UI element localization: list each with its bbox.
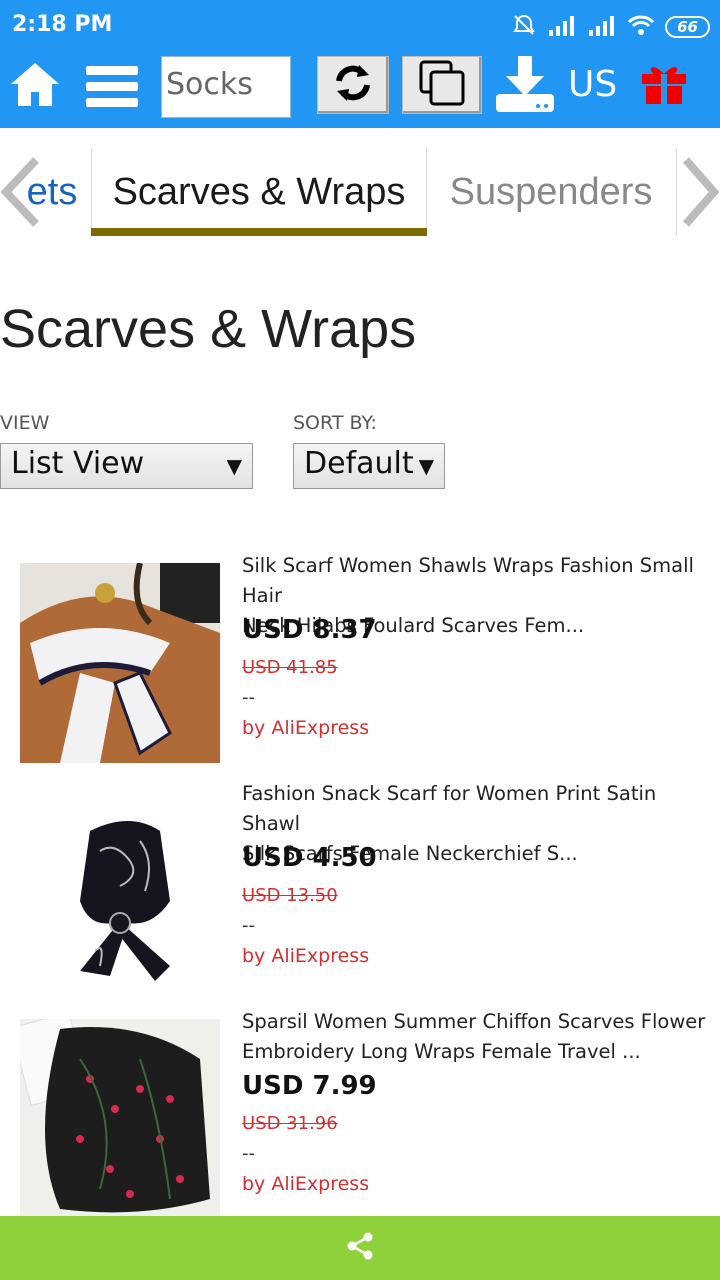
signal-icon-2	[587, 14, 617, 40]
refresh-icon	[331, 61, 375, 109]
product-seller: by AliExpress	[242, 945, 370, 967]
share-bar[interactable]	[0, 1216, 720, 1280]
product-title-line: Sparsil Women Summer Chiffon Scarves Flo…	[242, 1010, 706, 1033]
tab-suspenders[interactable]: Suspenders	[428, 148, 674, 236]
category-tabs: ets Scarves & Wraps Suspenders	[0, 128, 720, 236]
product-title-line: Embroidery Long Wraps Female Travel ...	[242, 1040, 641, 1063]
chevron-right-icon[interactable]	[680, 156, 720, 232]
copy-button[interactable]	[402, 56, 482, 114]
tab-scarves-wraps[interactable]: Scarves & Wraps	[91, 148, 427, 236]
gift-icon[interactable]	[640, 60, 688, 110]
search-input[interactable]: Socks	[161, 56, 291, 118]
menu-icon[interactable]	[86, 64, 138, 112]
tab-prev[interactable]: ets	[14, 148, 90, 236]
dropdown-arrow-icon: ▼	[418, 454, 434, 478]
wifi-icon	[627, 14, 655, 40]
dropdown-arrow-icon: ▼	[226, 454, 242, 478]
view-select-value: List View	[11, 446, 145, 481]
page-title: Scarves & Wraps	[0, 299, 417, 359]
product-rating-placeholder: --	[242, 687, 255, 708]
product-old-price: USD 41.85	[242, 657, 338, 678]
sort-label: SORT BY:	[293, 412, 377, 434]
sort-select[interactable]: Default ▼	[293, 443, 445, 489]
product-title[interactable]: Sparsil Women Summer Chiffon Scarves Flo…	[242, 1007, 712, 1067]
battery-indicator: 66	[665, 16, 710, 38]
tab-divider	[676, 148, 677, 236]
copy-icon	[417, 58, 467, 112]
product-rating-placeholder: --	[242, 1143, 255, 1164]
home-icon[interactable]	[8, 60, 62, 112]
product-price: USD 7.99	[242, 1071, 377, 1101]
product-item[interactable]: Fashion Snack Scarf for Women Print Sati…	[0, 782, 720, 1001]
product-seller: by AliExpress	[242, 717, 370, 739]
sort-select-value: Default	[304, 446, 414, 481]
status-bar: 2:18 PM 66	[0, 0, 720, 52]
product-old-price: USD 31.96	[242, 1113, 338, 1134]
active-tab-indicator	[91, 228, 427, 236]
product-item[interactable]: Silk Scarf Women Shawls Wraps Fashion Sm…	[0, 554, 720, 773]
signal-icon-1	[547, 14, 577, 40]
view-label: VIEW	[0, 412, 50, 434]
region-label[interactable]: US	[568, 64, 617, 105]
view-select[interactable]: List View ▼	[0, 443, 253, 489]
app-toolbar: Socks US	[0, 52, 720, 128]
refresh-button[interactable]	[317, 56, 389, 114]
download-icon[interactable]	[494, 54, 556, 118]
product-image[interactable]	[20, 1019, 220, 1219]
product-old-price: USD 13.50	[242, 885, 338, 906]
status-time: 2:18 PM	[12, 12, 113, 37]
product-rating-placeholder: --	[242, 915, 255, 936]
product-image[interactable]	[20, 791, 220, 991]
alarm-off-icon	[511, 12, 537, 42]
product-item[interactable]: Sparsil Women Summer Chiffon Scarves Flo…	[0, 1010, 720, 1229]
product-title-line: Silk Scarf Women Shawls Wraps Fashion Sm…	[242, 554, 694, 607]
status-icons: 66	[511, 12, 710, 42]
share-icon[interactable]	[345, 1231, 375, 1265]
product-image[interactable]	[20, 563, 220, 763]
product-title-line: Fashion Snack Scarf for Women Print Sati…	[242, 782, 657, 835]
product-price: USD 8.37	[242, 615, 377, 645]
product-price: USD 4.50	[242, 843, 377, 873]
product-seller: by AliExpress	[242, 1173, 370, 1195]
